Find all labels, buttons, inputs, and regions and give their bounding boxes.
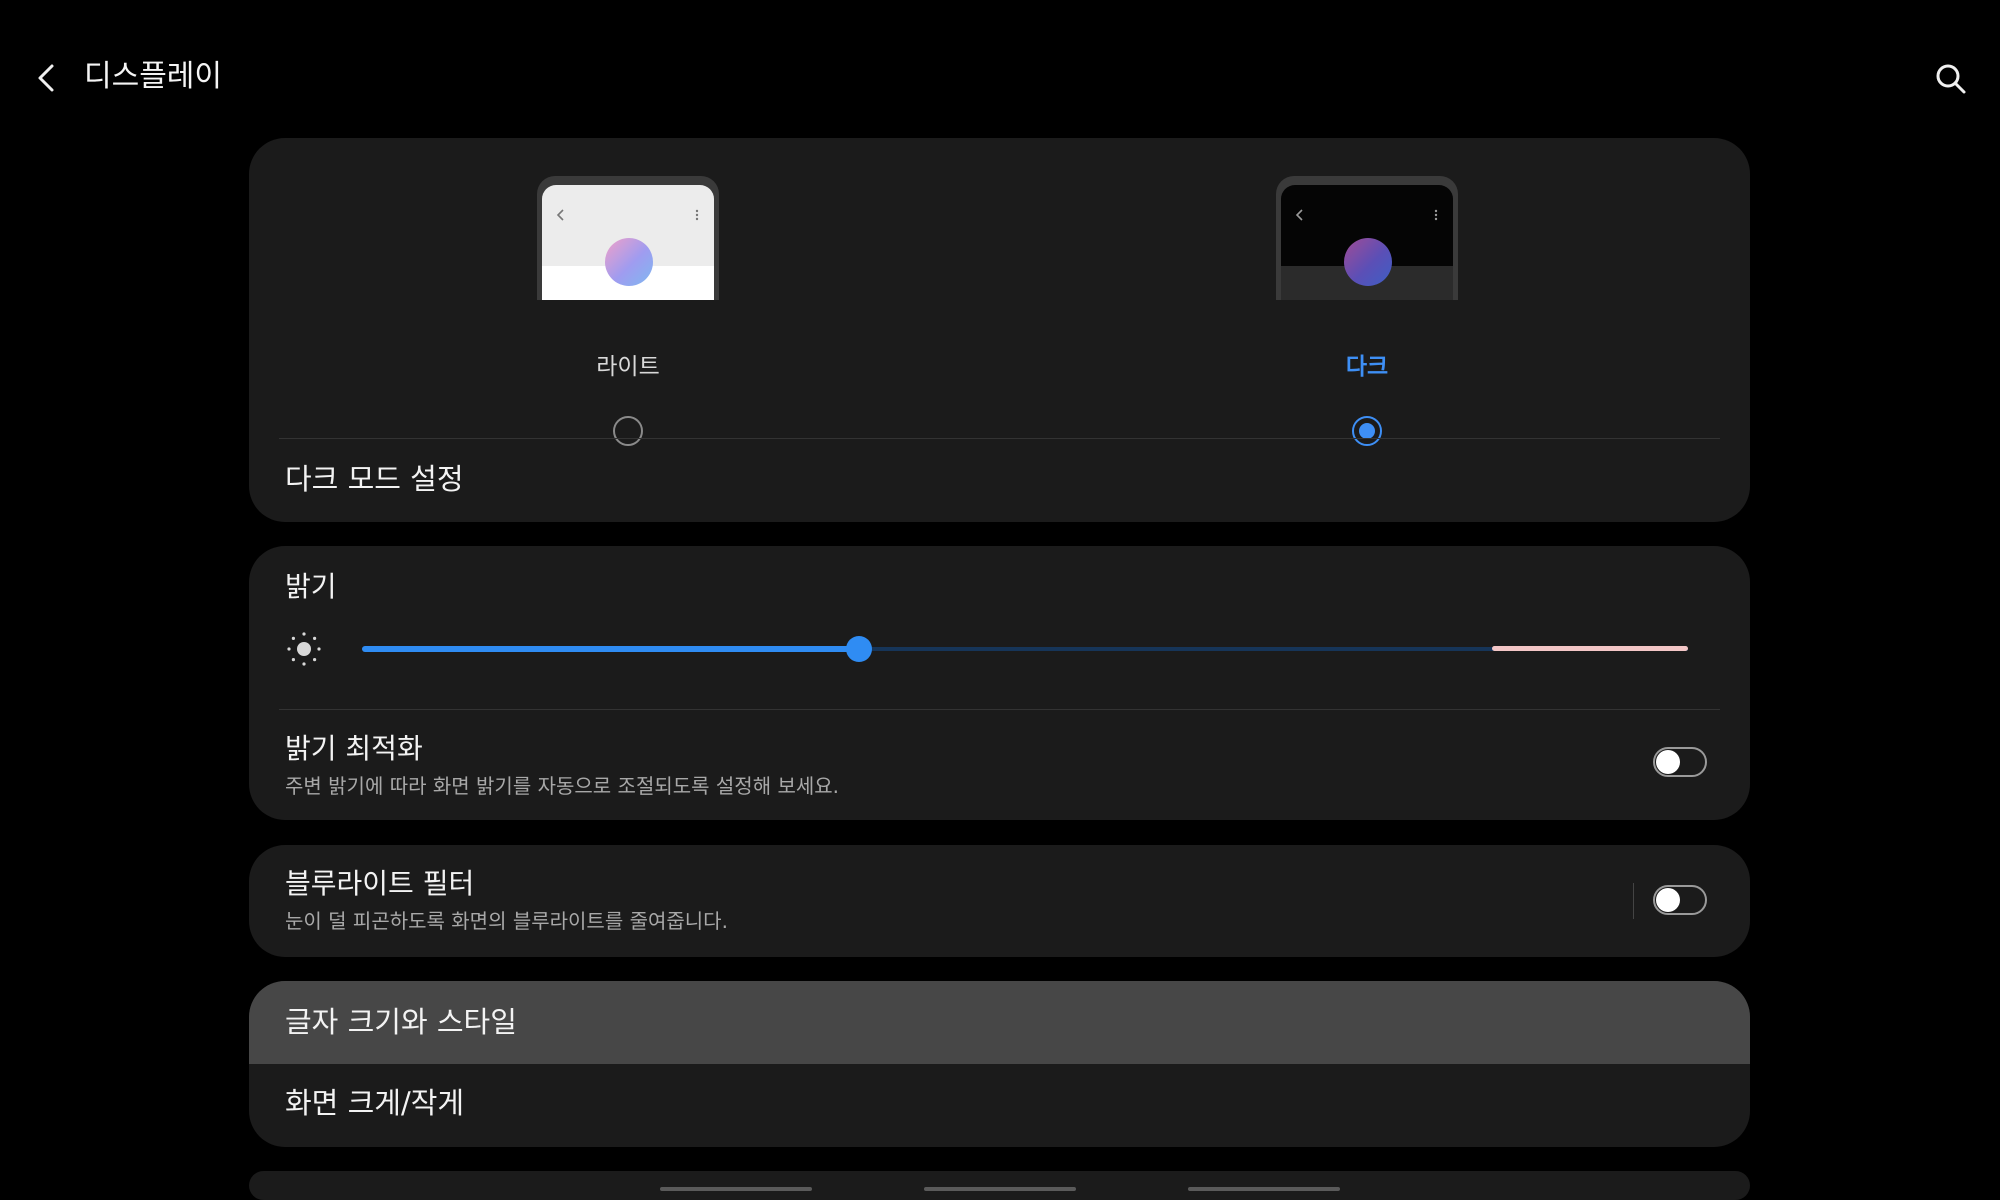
brightness-title: 밝기	[285, 570, 337, 603]
preview-chevron-icon	[1295, 209, 1303, 221]
slider-extra-brightness-range	[1492, 646, 1688, 651]
theme-card: 라이트 다크 다크 모드 설정	[249, 138, 1750, 522]
theme-option-dark[interactable]: 다크	[1274, 176, 1464, 522]
back-button[interactable]	[30, 58, 66, 98]
theme-option-light[interactable]: 라이트	[535, 176, 725, 522]
blue-light-title[interactable]: 블루라이트 필터	[285, 865, 474, 903]
blue-light-subtitle: 눈이 덜 피곤하도록 화면의 블루라이트를 줄여줍니다.	[285, 909, 728, 933]
dark-theme-preview	[1276, 176, 1458, 300]
brightness-card: 밝기 밝기 최적화 주변 밝기에 따라 화면 밝기를 자동으로 조절되도록 설정…	[249, 546, 1750, 820]
preview-gradient-circle	[605, 238, 653, 286]
preview-chevron-icon	[556, 209, 564, 221]
dark-mode-settings-item[interactable]: 다크 모드 설정	[285, 460, 464, 498]
light-theme-preview	[537, 176, 719, 300]
slider-fill	[362, 646, 859, 652]
font-card: 글자 크기와 스타일 화면 크게/작게	[249, 981, 1750, 1147]
toggle-knob	[1656, 888, 1680, 912]
display-settings-screen: 디스플레이 라이트 다크 다크 모드 설정 밝기 밝기 최적화 주변 밝기에 따…	[0, 0, 2000, 1200]
nav-bar-center[interactable]	[924, 1187, 1076, 1191]
brightness-slider[interactable]	[362, 634, 1688, 664]
blue-light-card: 블루라이트 필터 눈이 덜 피곤하도록 화면의 블루라이트를 줄여줍니다.	[249, 845, 1750, 957]
sun-icon	[287, 632, 321, 666]
preview-more-icon	[1434, 209, 1438, 221]
page-title: 디스플레이	[84, 59, 222, 94]
next-card-partial	[249, 1171, 1750, 1200]
divider	[279, 709, 1720, 710]
screen-zoom-label: 화면 크게/작게	[285, 1086, 465, 1120]
font-size-style-label: 글자 크기와 스타일	[285, 1005, 517, 1039]
nav-bar-left[interactable]	[660, 1187, 812, 1191]
vertical-separator	[1633, 883, 1634, 919]
app-header: 디스플레이	[0, 0, 2000, 140]
adaptive-brightness-title: 밝기 최적화	[285, 732, 423, 765]
chevron-left-icon	[38, 64, 54, 92]
radio-dark[interactable]	[1352, 416, 1382, 446]
divider	[279, 438, 1720, 439]
blue-light-toggle[interactable]	[1653, 885, 1707, 915]
toggle-knob	[1656, 750, 1680, 774]
theme-label-light: 라이트	[596, 354, 660, 380]
search-button[interactable]	[1932, 60, 1970, 98]
nav-bar-right[interactable]	[1188, 1187, 1340, 1191]
adaptive-brightness-subtitle: 주변 밝기에 따라 화면 밝기를 자동으로 조절되도록 설정해 보세요.	[285, 774, 840, 798]
radio-light[interactable]	[613, 416, 643, 446]
preview-more-icon	[695, 209, 699, 221]
font-size-style-item[interactable]: 글자 크기와 스타일	[249, 981, 1750, 1064]
search-icon	[1936, 64, 1966, 94]
adaptive-brightness-toggle[interactable]	[1653, 747, 1707, 777]
screen-zoom-item[interactable]: 화면 크게/작게	[249, 1064, 1750, 1147]
radio-selected-dot	[1359, 423, 1375, 439]
theme-label-dark: 다크	[1345, 354, 1389, 380]
slider-thumb[interactable]	[846, 636, 872, 662]
preview-gradient-circle	[1344, 238, 1392, 286]
